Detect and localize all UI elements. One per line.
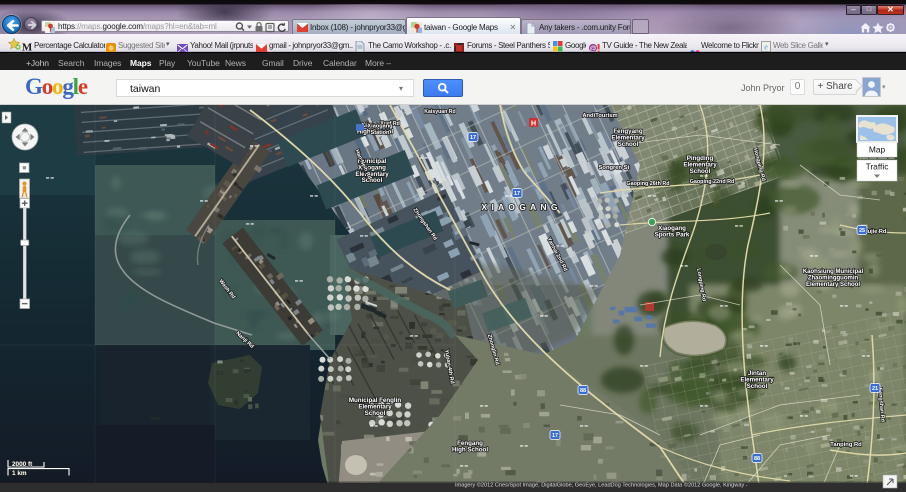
svg-text:High School: High School bbox=[452, 446, 488, 453]
svg-text:Map: Map bbox=[869, 145, 886, 155]
svg-text:25: 25 bbox=[859, 228, 865, 234]
svg-text:Kaohsiung Municipal: Kaohsiung Municipal bbox=[803, 269, 864, 275]
svg-text:Sports Park: Sports Park bbox=[655, 231, 690, 238]
svg-text:2000 ft: 2000 ft bbox=[12, 461, 33, 468]
svg-text:e: e bbox=[764, 43, 768, 52]
svg-text:Traffic: Traffic bbox=[866, 162, 889, 172]
svg-text:Elementary School: Elementary School bbox=[806, 282, 860, 288]
svg-text:Gaoping 22nd Rd: Gaoping 22nd Rd bbox=[690, 179, 735, 185]
svg-text:21: 21 bbox=[872, 386, 878, 392]
svg-text:17: 17 bbox=[552, 433, 558, 439]
svg-text:X I A O G A N G: X I A O G A N G bbox=[481, 202, 558, 212]
svg-text:AndiTourism: AndiTourism bbox=[582, 113, 617, 119]
svg-text:School: School bbox=[690, 168, 711, 175]
svg-text:17: 17 bbox=[514, 191, 520, 197]
svg-text:Kaisyuan Rd: Kaisyuan Rd bbox=[424, 109, 455, 115]
svg-text:Tanping Rd: Tanping Rd bbox=[830, 442, 862, 448]
svg-text:Imagery ©2012 Cnes/Spot Image,: Imagery ©2012 Cnes/Spot Image, DigitalGl… bbox=[455, 482, 748, 489]
svg-text:H: H bbox=[531, 121, 536, 128]
svg-text:School: School bbox=[618, 141, 639, 148]
svg-text:School: School bbox=[365, 410, 386, 417]
svg-text:88: 88 bbox=[580, 388, 586, 394]
svg-text:Station: Station bbox=[371, 130, 391, 136]
svg-text:Gaoping 26th Rd: Gaoping 26th Rd bbox=[626, 181, 669, 187]
svg-text:School: School bbox=[747, 383, 768, 390]
svg-text:M: M bbox=[22, 42, 32, 53]
svg-text:Zhaomingguomin: Zhaomingguomin bbox=[808, 275, 859, 281]
svg-text:88: 88 bbox=[754, 456, 760, 462]
svg-text:17: 17 bbox=[470, 135, 476, 141]
svg-text:1 km: 1 km bbox=[12, 470, 27, 477]
svg-text:School: School bbox=[362, 177, 383, 184]
svg-text:Xiaogang: Xiaogang bbox=[367, 123, 393, 129]
svg-text:Songren St: Songren St bbox=[599, 165, 630, 171]
